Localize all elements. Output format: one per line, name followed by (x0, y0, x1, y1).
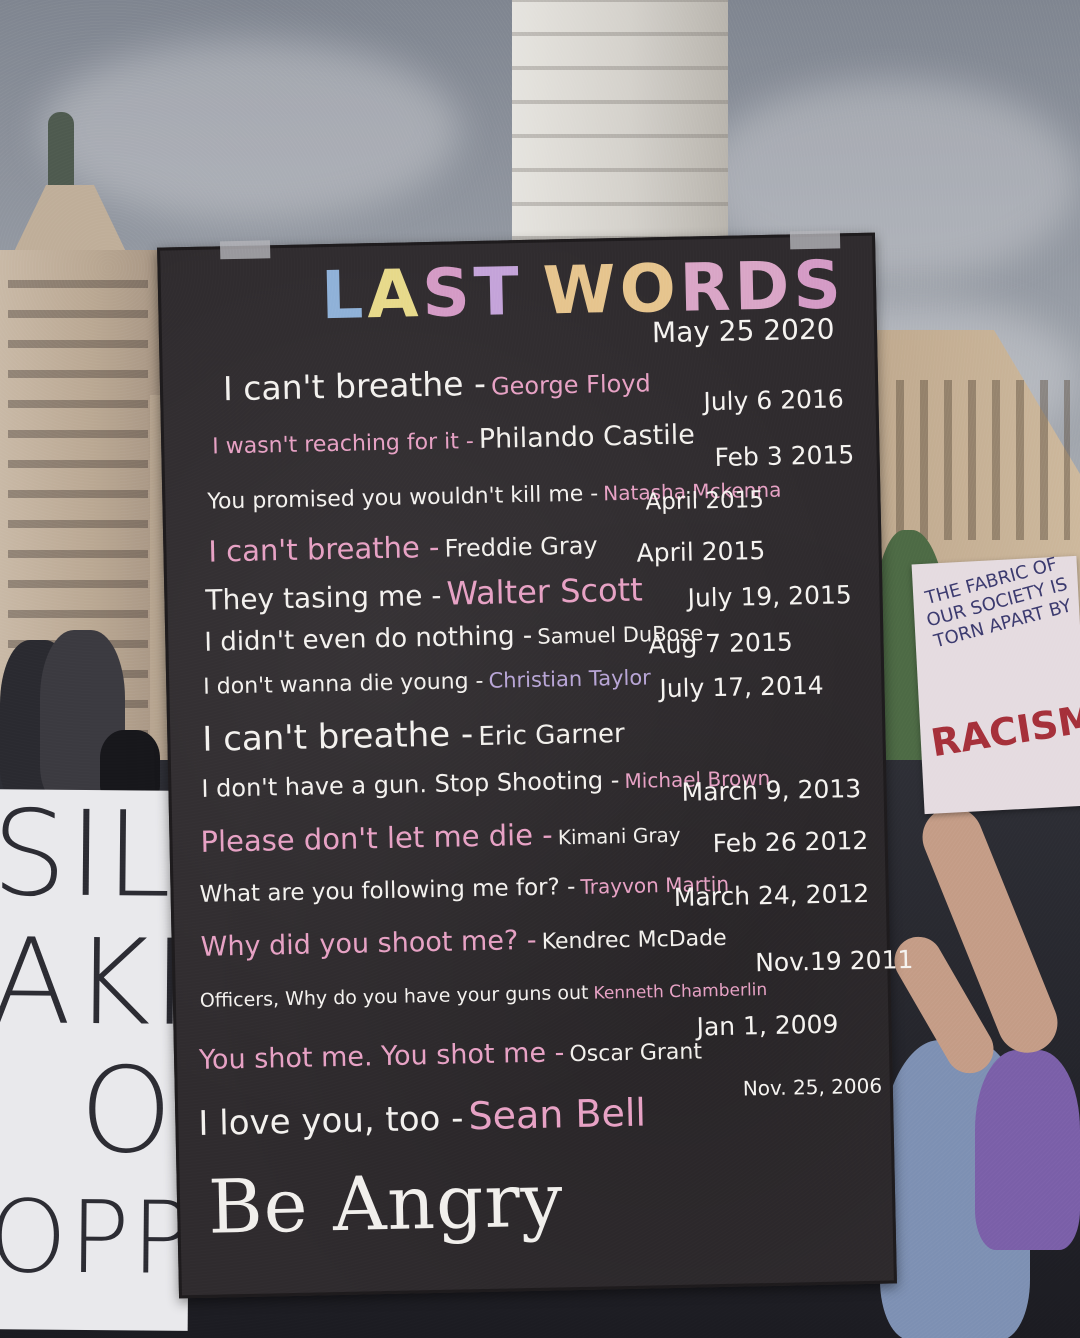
be-angry-text: Be Angry (207, 1157, 565, 1251)
entry-date: March 24, 2012 (673, 878, 870, 912)
entry-name: Freddie Gray (444, 531, 598, 563)
entry-quote: You shot me. You shot me - (198, 1037, 565, 1076)
entry-date: April 2015 (645, 486, 765, 516)
entry-row: Officers, Why do you have your guns out … (200, 978, 768, 1012)
entry-name: Walter Scott (446, 570, 644, 613)
entry-quote: I can't breathe - (222, 363, 487, 409)
entry-row: What are you following me for? - Trayvon… (199, 871, 729, 908)
title-letter: T (472, 252, 524, 332)
protest-scene: SIL AKIN O OPPRE THE FABRIC OF OUR SOCIE… (0, 0, 1080, 1338)
tower-floors (512, 0, 728, 270)
entry-quote: I wasn't reaching for it - (211, 429, 475, 460)
entry-date: April 2015 (636, 535, 766, 568)
left-sign-text: SIL AKIN O OPPRE (0, 789, 192, 1303)
entry-row: I don't wanna die young - Christian Tayl… (203, 665, 651, 699)
entry-date: Nov. 25, 2006 (742, 1073, 883, 1101)
entry-quote: Officers, Why do you have your guns out (199, 981, 589, 1012)
entry-date: May 25 2020 (651, 312, 835, 350)
entry-row: Why did you shoot me? - Kendrec McDade (200, 921, 726, 963)
tape (219, 240, 271, 260)
entry-quote: Please don't let me die - (200, 817, 554, 859)
entry-quote: What are you following me for? - (199, 874, 576, 908)
entry-quote: I don't wanna die young - (203, 668, 484, 700)
entry-quote: Why did you shoot me? - (200, 924, 537, 963)
building-columns (880, 380, 1070, 540)
entry-date: Feb 26 2012 (712, 825, 869, 859)
right-protest-sign: THE FABRIC OF OUR SOCIETY IS TORN APART … (911, 554, 1080, 815)
title-letter: W (541, 250, 621, 330)
entry-date: Aug 7 2015 (648, 627, 794, 660)
entry-date: March 9, 2013 (681, 774, 862, 807)
entry-date: July 19, 2015 (687, 580, 853, 613)
entry-row: You shot me. You shot me - Oscar Grant (199, 1034, 702, 1076)
left-sign-line: AKIN (0, 912, 193, 1053)
left-sign-line: OPPRE (0, 1178, 193, 1299)
left-protest-sign: SIL AKIN O OPPRE (0, 789, 193, 1331)
entry-row: I can't breathe - Eric Garner (202, 711, 625, 760)
entry-date: July 17, 2014 (659, 670, 824, 704)
entry-name: Sean Bell (467, 1090, 647, 1139)
entry-date: July 6 2016 (703, 384, 845, 417)
statue-on-tower (48, 112, 74, 192)
entry-name: Eric Garner (478, 718, 626, 753)
entry-quote: You promised you wouldn't kill me - (207, 481, 599, 515)
entry-name: Oscar Grant (569, 1039, 703, 1068)
entry-quote: I can't breathe - (208, 529, 440, 569)
entry-name: Christian Taylor (488, 665, 652, 693)
title-letter: S (421, 254, 475, 333)
entry-row: I can't breathe - George Floyd (223, 360, 651, 408)
title-letter: L (320, 256, 368, 335)
entry-row: I love you, too - Sean Bell (198, 1091, 646, 1144)
entry-row: They tasing me - Walter Scott (205, 571, 643, 618)
left-sign-line: SIL (0, 789, 174, 924)
cloud (40, 40, 460, 220)
left-sign-line: O (78, 1040, 176, 1180)
title-letter: A (366, 255, 424, 334)
entry-name: George Floyd (490, 369, 652, 401)
entry-date: Jan 1, 2009 (696, 1009, 839, 1042)
entry-date: Feb 3 2015 (714, 440, 855, 473)
entry-row: I can't breathe - Freddie Gray (208, 526, 598, 569)
protester-purple-hat (975, 1050, 1080, 1250)
entry-name: Kendrec McDade (541, 925, 727, 955)
last-words-chalkboard: LAST WORDS I can't breathe - George Floy… (157, 230, 914, 1299)
entry-quote: They tasing me - (205, 578, 442, 617)
entry-name: Kimani Gray (557, 822, 681, 850)
entry-row: Please don't let me die - Kimani Gray (200, 815, 681, 859)
entry-quote: I can't breathe - (201, 714, 474, 760)
entry-quote: I didn't even do nothing - (204, 620, 533, 658)
entry-date: Nov.19 2011 (754, 944, 914, 978)
entry-row: I wasn't reaching for it - Philando Cast… (212, 419, 695, 460)
entry-quote: I love you, too - (198, 1098, 464, 1144)
right-sign-emphasis: RACISM (927, 695, 1080, 766)
entry-name: Philando Castile (478, 419, 696, 455)
entry-name: Kenneth Chamberlin (593, 980, 768, 1004)
entry-quote: I don't have a gun. Stop Shooting - (201, 766, 620, 803)
entry-row: I didn't even do nothing - Samuel DuBose (204, 617, 704, 658)
right-sign-text: THE FABRIC OF OUR SOCIETY IS TORN APART … (923, 553, 1074, 653)
